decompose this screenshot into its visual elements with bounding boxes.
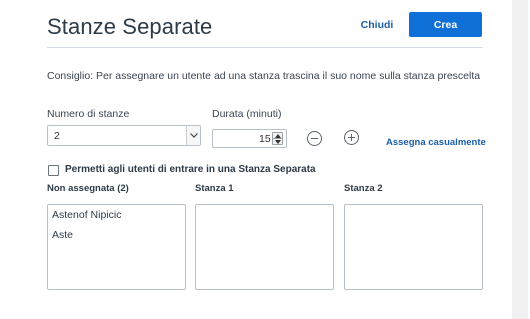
page-scrollbar[interactable] [511, 0, 530, 319]
room1-drop-box[interactable] [195, 204, 334, 290]
allow-join-checkbox[interactable] [48, 165, 59, 176]
user-item[interactable]: Astenof Nipicic [52, 209, 121, 221]
allow-join-label[interactable]: Permetti agli utenti di entrare in una S… [65, 164, 316, 175]
close-button[interactable]: Chiudi [352, 12, 402, 38]
minus-circle-icon [311, 138, 318, 139]
chevron-down-icon [186, 126, 200, 145]
unassigned-users-box[interactable]: Astenof Nipicic Aste [47, 204, 186, 290]
rooms-count-label: Numero di stanze [47, 108, 130, 120]
scrollbar-track[interactable] [512, 0, 528, 319]
spinner-arrows-icon[interactable] [272, 132, 283, 145]
breakout-rooms-dialog: Stanze Separate Chiudi Crea Consiglio: P… [0, 0, 510, 319]
plus-circle-icon-vertical [351, 134, 352, 141]
spinner-down-icon[interactable] [275, 140, 281, 144]
rooms-count-value: 2 [54, 130, 60, 142]
rooms-count-select[interactable]: 2 [47, 125, 201, 146]
hint-text: Consiglio: Per assegnare un utente ad un… [47, 70, 481, 82]
random-assign-link[interactable]: Assegna casualmente [386, 137, 486, 148]
header-divider [47, 47, 483, 48]
duration-stepper[interactable]: 15 [212, 129, 287, 148]
spinner-divider [273, 138, 282, 139]
room2-column-title: Stanza 2 [344, 183, 383, 194]
room2-drop-box[interactable] [344, 204, 483, 290]
add-room-button[interactable] [344, 130, 359, 145]
create-button[interactable]: Crea [409, 12, 482, 37]
room1-column-title: Stanza 1 [195, 183, 234, 194]
remove-room-button[interactable] [307, 131, 322, 146]
duration-label: Durata (minuti) [212, 108, 282, 120]
user-item[interactable]: Aste [52, 229, 73, 241]
duration-value: 15 [259, 133, 271, 145]
dialog-title: Stanze Separate [47, 14, 213, 39]
unassigned-column-title: Non assegnata (2) [47, 183, 129, 194]
